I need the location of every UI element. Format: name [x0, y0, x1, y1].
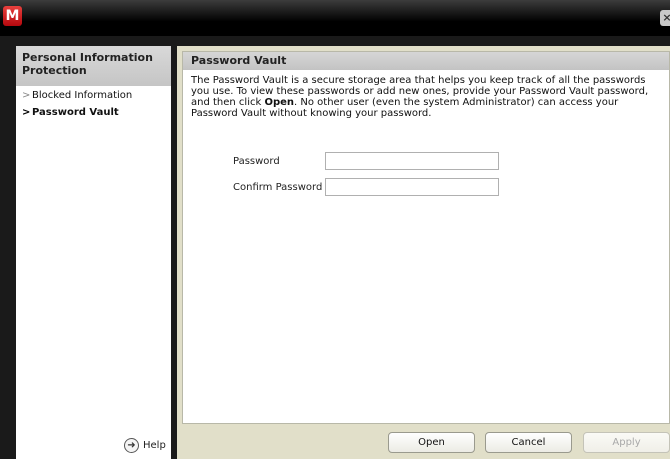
button-bar: Open Cancel Apply — [177, 424, 670, 459]
password-field[interactable] — [325, 152, 499, 170]
sidebar-item-password-vault[interactable]: > Password Vault — [16, 103, 171, 120]
content-area: Password Vault The Password Vault is a s… — [177, 46, 670, 459]
password-row: Password — [233, 152, 499, 170]
open-button[interactable]: Open — [388, 432, 475, 453]
mcafee-logo-icon: M — [3, 6, 22, 26]
window-body: Personal Information Protection > Blocked… — [0, 36, 670, 459]
panel-title: Password Vault — [183, 52, 669, 70]
chevron-right-icon: > — [22, 107, 31, 118]
chevron-right-icon: > — [22, 90, 31, 101]
confirm-password-row: Confirm Password — [233, 178, 499, 196]
help-link[interactable]: ➜ Help — [124, 438, 166, 453]
sidebar-item-blocked-information[interactable]: > Blocked Information — [16, 86, 171, 103]
password-vault-panel: Password Vault The Password Vault is a s… — [182, 51, 670, 424]
sidebar-heading: Personal Information Protection — [16, 46, 171, 86]
cancel-button[interactable]: Cancel — [485, 432, 572, 453]
help-label: Help — [143, 440, 166, 451]
confirm-password-label: Confirm Password — [233, 181, 323, 193]
title-bar: M × — [0, 0, 670, 36]
sidebar-item-label: Blocked Information — [32, 90, 133, 101]
apply-button[interactable]: Apply — [583, 432, 670, 453]
confirm-password-field[interactable] — [325, 178, 499, 196]
description-open-emphasis: Open — [264, 97, 295, 108]
help-circle-arrow-icon: ➜ — [124, 438, 139, 453]
panel-description: The Password Vault is a secure storage a… — [183, 70, 665, 124]
close-button[interactable]: × — [660, 10, 670, 26]
sidebar: Personal Information Protection > Blocked… — [16, 46, 171, 459]
sidebar-item-label: Password Vault — [32, 107, 119, 118]
password-label: Password — [233, 155, 280, 167]
